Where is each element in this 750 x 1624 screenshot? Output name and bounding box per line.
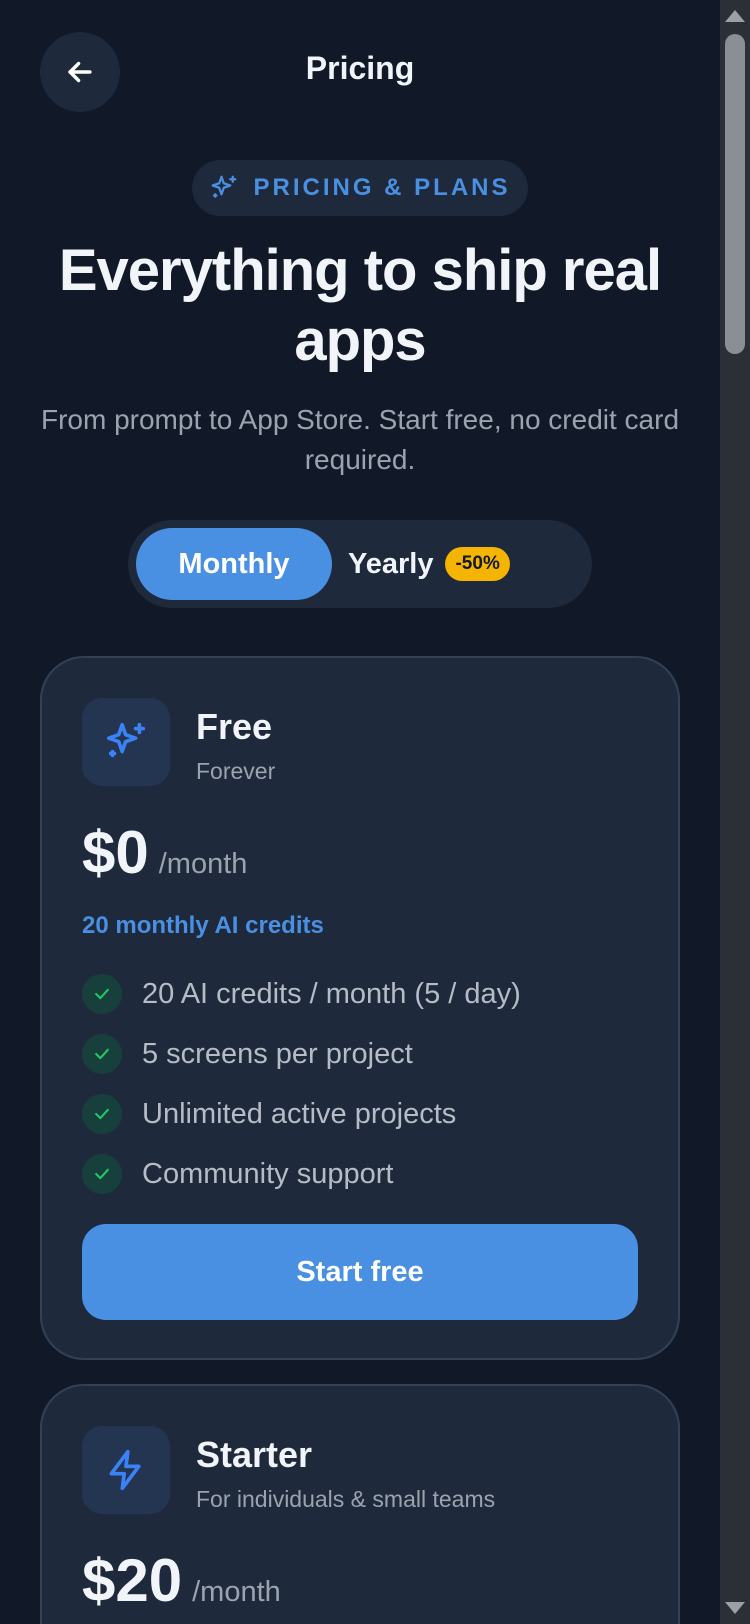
- eyebrow-label: PRICING & PLANS: [253, 174, 511, 201]
- plan-period: /month: [158, 848, 248, 880]
- feature-item: 20 AI credits / month (5 / day): [82, 964, 521, 1024]
- plan-tagline: For individuals & small teams: [196, 1486, 496, 1512]
- check-icon: [82, 1034, 122, 1074]
- feature-text: 20 AI credits / month (5 / day): [142, 977, 521, 1010]
- plan-icon-box: [82, 698, 170, 786]
- hero-headline: Everything to ship real apps: [58, 238, 662, 373]
- pricing-screen: Pricing PRICING & PLANS Everything to sh…: [0, 0, 720, 1624]
- feature-text: Unlimited active projects: [142, 1097, 457, 1130]
- feature-item: 5 screens per project: [82, 1024, 521, 1084]
- sparkles-icon: [106, 722, 146, 758]
- price-row: $0 /month: [82, 818, 247, 887]
- toggle-yearly-label: Yearly: [348, 547, 434, 580]
- plan-price: $20: [82, 1547, 183, 1614]
- plan-tagline: Forever: [196, 758, 276, 784]
- check-icon: [82, 974, 122, 1014]
- hero-subline: From prompt to App Store. Start free, no…: [40, 404, 680, 475]
- lightning-icon: [109, 1449, 141, 1491]
- feature-item: Unlimited active projects: [82, 1084, 521, 1144]
- price-row: $20 /month: [82, 1546, 281, 1615]
- sparkles-icon: [212, 175, 237, 198]
- toggle-monthly[interactable]: Monthly: [136, 528, 332, 600]
- plan-name: Starter: [196, 1434, 313, 1475]
- discount-badge: -50%: [445, 547, 510, 581]
- plan-card-free: Free Forever $0 /month 20 monthly AI cre…: [40, 656, 680, 1360]
- pricing-eyebrow-badge: PRICING & PLANS: [192, 160, 528, 216]
- plan-period: /month: [192, 1576, 281, 1608]
- toggle-yearly[interactable]: Yearly -50%: [348, 528, 510, 600]
- check-icon: [82, 1154, 122, 1194]
- feature-item: Community support: [82, 1144, 521, 1204]
- feature-text: 5 screens per project: [142, 1037, 413, 1070]
- scrollbar[interactable]: [720, 0, 750, 1624]
- page-title: Pricing: [305, 50, 415, 86]
- plan-card-starter: Starter For individuals & small teams $2…: [40, 1384, 680, 1624]
- billing-toggle: Monthly Yearly -50%: [128, 520, 592, 608]
- plan-price: $0: [82, 819, 149, 886]
- scrollbar-thumb[interactable]: [725, 34, 745, 354]
- plan-credits: 20 monthly AI credits: [82, 912, 324, 939]
- scroll-up-arrow-icon[interactable]: [725, 10, 745, 22]
- plan-name: Free: [196, 706, 273, 747]
- feature-text: Community support: [142, 1157, 394, 1190]
- feature-list: 20 AI credits / month (5 / day) 5 screen…: [82, 964, 521, 1204]
- scroll-down-arrow-icon[interactable]: [725, 1602, 745, 1614]
- check-icon: [82, 1094, 122, 1134]
- plan-icon-box: [82, 1426, 170, 1514]
- start-free-button[interactable]: Start free: [82, 1224, 638, 1320]
